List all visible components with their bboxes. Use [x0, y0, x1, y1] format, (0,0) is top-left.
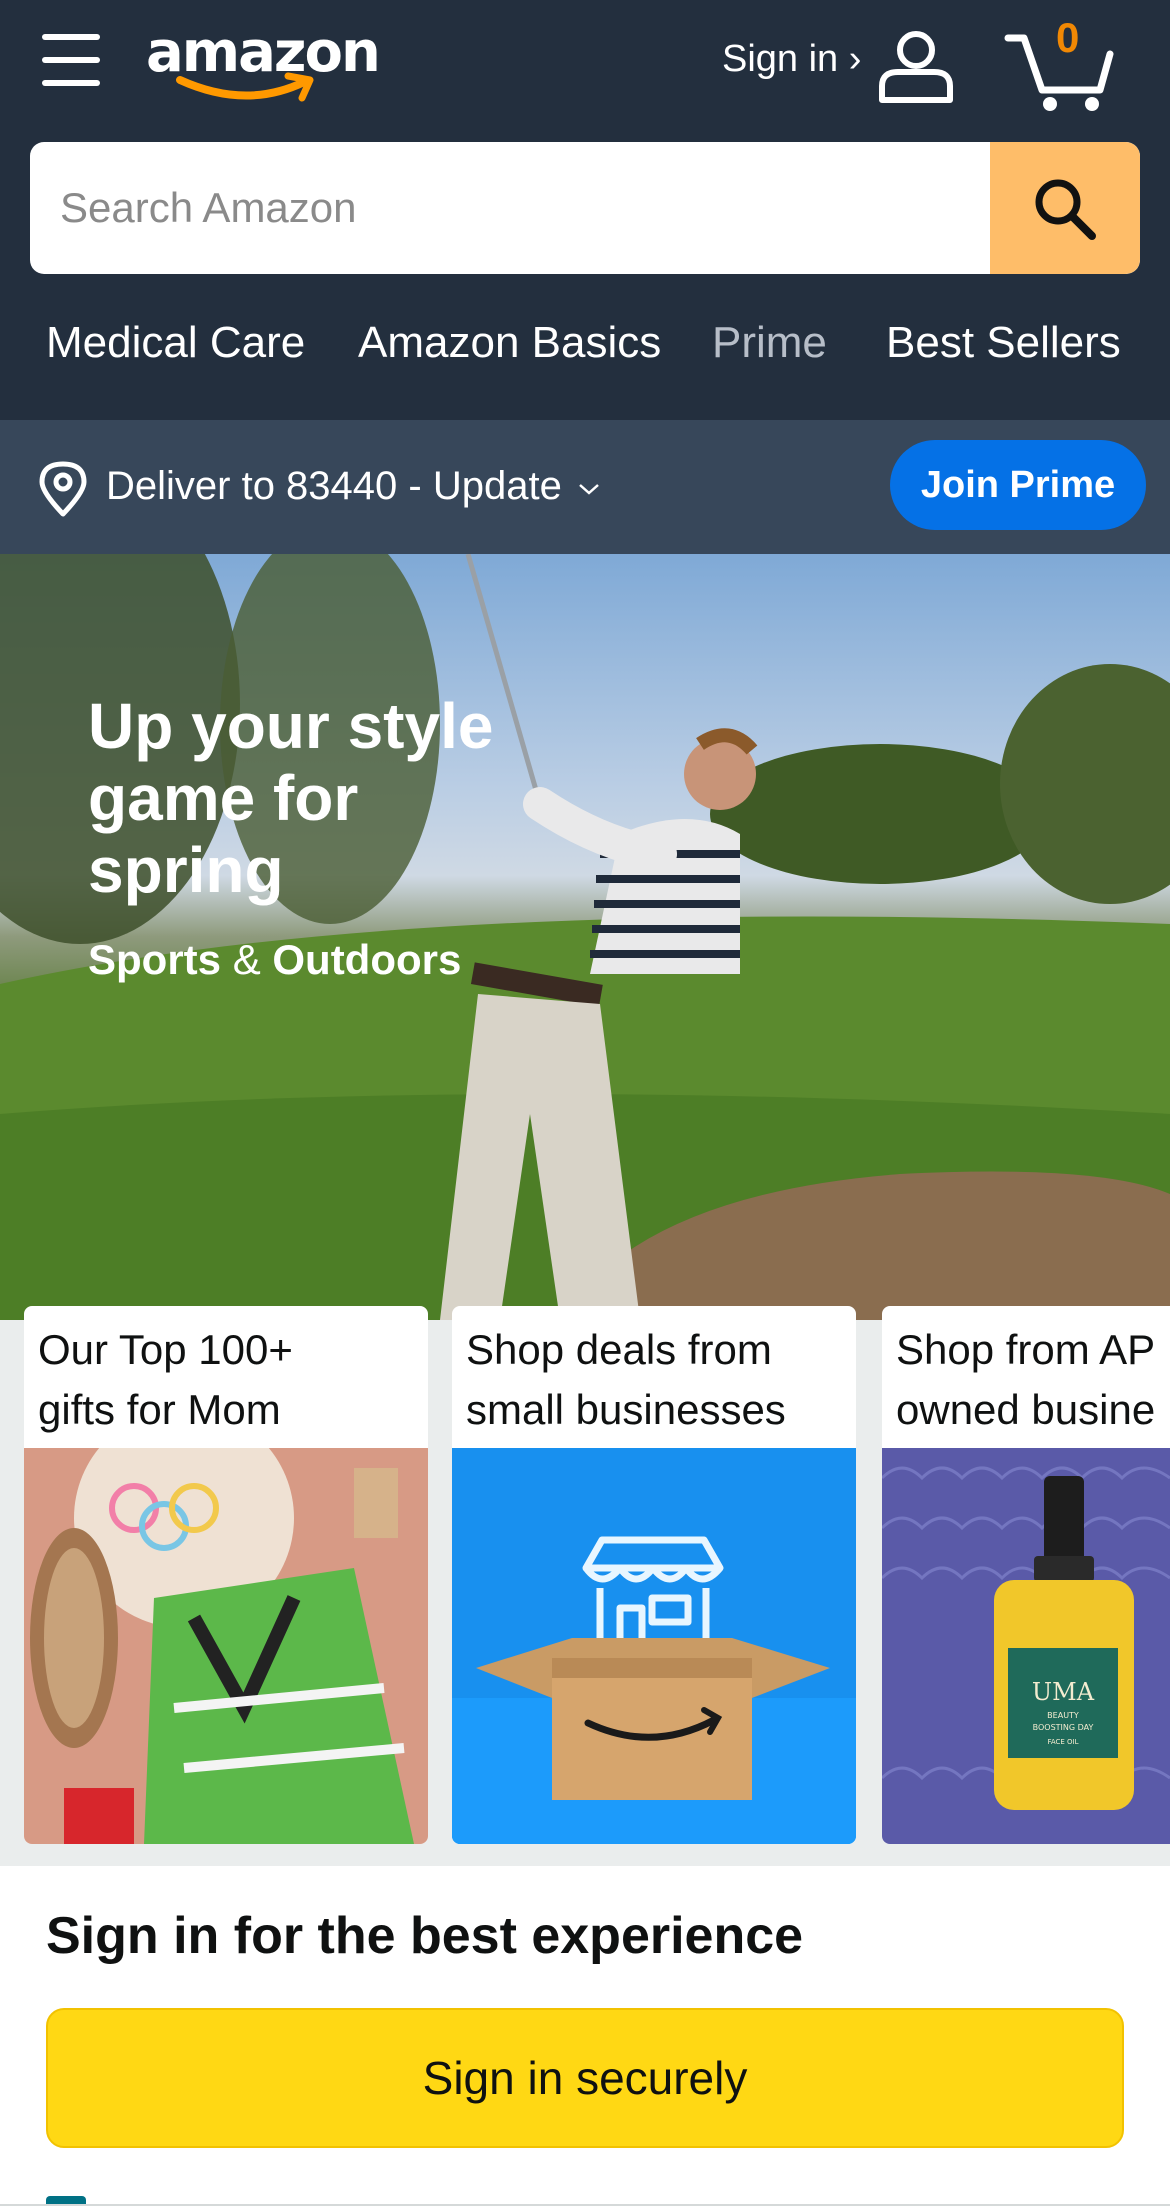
chevron-down-icon[interactable] [578, 482, 600, 496]
top-header: amazon Sign in › 0 Medical Care Amazon B… [0, 0, 1170, 420]
bottom-divider [0, 2204, 1170, 2206]
amazon-logo[interactable]: amazon [146, 20, 386, 110]
card-title: Shop from AP owned busine [896, 1326, 1156, 1433]
nav-links: Medical Care Amazon Basics Prime Best Se… [0, 318, 1170, 378]
deliver-to-location[interactable]: Deliver to 83440 - Update [106, 464, 562, 509]
search-button[interactable] [990, 142, 1140, 274]
owned-businesses-image: UMA BEAUTY BOOSTING DAY FACE OIL [882, 1448, 1170, 1844]
nav-link-best-sellers[interactable]: Best Sellers [886, 318, 1121, 368]
user-icon[interactable] [876, 28, 956, 104]
deliver-bar: Deliver to 83440 - Update Join Prime [0, 420, 1170, 554]
hero-subtitle-amp: & [232, 936, 261, 983]
promo-card-owned-businesses[interactable]: Shop from AP owned busine UMA BEAUTY BOO… [882, 1306, 1170, 1844]
card-title: Shop deals from small businesses [466, 1326, 786, 1433]
cart-count-badge: 0 [1056, 14, 1080, 61]
location-pin-icon [39, 461, 87, 517]
promo-card-small-businesses[interactable]: Shop deals from small businesses [452, 1306, 856, 1844]
search-bar [30, 142, 1140, 274]
uma-label-line-3: FACE OIL [1047, 1738, 1078, 1746]
small-businesses-image [452, 1448, 856, 1844]
uma-label-line-1: BEAUTY [1047, 1711, 1079, 1720]
nav-link-prime[interactable]: Prime [712, 318, 827, 368]
hero-banner[interactable]: Up your style game for spring Sports & O… [0, 554, 1170, 1320]
hero-headline: Up your style game for spring [88, 690, 494, 906]
uma-brand-text: UMA [1032, 1678, 1095, 1706]
join-prime-button[interactable]: Join Prime [890, 440, 1146, 530]
cart-button[interactable]: 0 [1004, 14, 1114, 111]
hero-subtitle: Sports & Outdoors [88, 936, 461, 984]
sign-in-link[interactable]: Sign in › [722, 38, 861, 81]
bottom-accent [46, 2196, 86, 2204]
sign-in-securely-button[interactable]: Sign in securely [46, 2008, 1124, 2148]
hero-subtitle-right: Outdoors [272, 936, 462, 983]
sign-in-panel: Sign in for the best experience Sign in … [0, 1866, 1170, 2212]
hero-subtitle-left: Sports [88, 936, 222, 983]
gifts-for-mom-image [24, 1448, 428, 1844]
uma-label-line-2: BOOSTING DAY [1033, 1723, 1094, 1732]
menu-icon[interactable] [40, 32, 102, 88]
card-title: Our Top 100+ gifts for Mom [38, 1326, 293, 1433]
promo-card-gifts-for-mom[interactable]: Our Top 100+ gifts for Mom [24, 1306, 428, 1844]
sign-in-heading: Sign in for the best experience [46, 1907, 804, 1965]
nav-link-amazon-basics[interactable]: Amazon Basics [358, 318, 661, 368]
search-icon [1035, 179, 1096, 240]
search-input[interactable] [30, 142, 990, 274]
nav-link-medical-care[interactable]: Medical Care [46, 318, 305, 368]
logo-smile-icon [176, 72, 314, 102]
